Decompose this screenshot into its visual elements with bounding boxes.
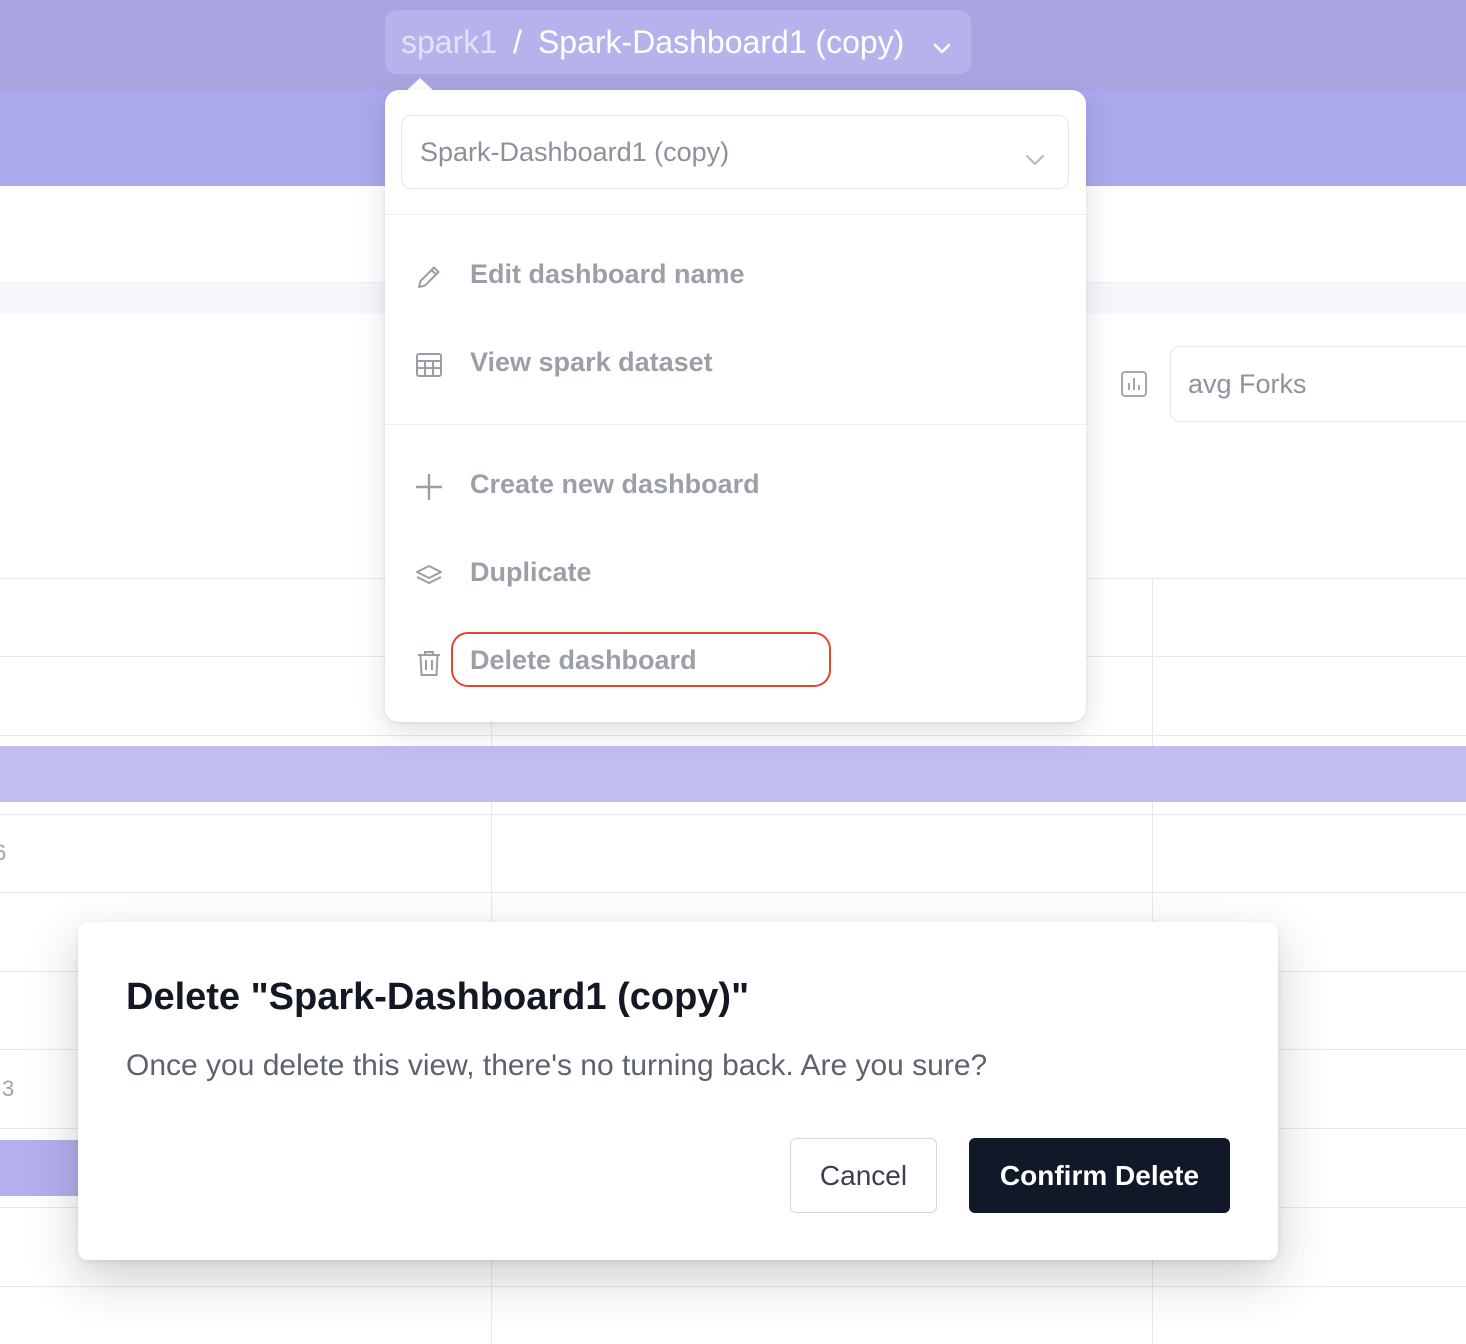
table-cell-value: 6 xyxy=(0,840,7,865)
dialog-message: Once you delete this view, there's no tu… xyxy=(126,1049,988,1082)
dashboard-menu: Spark-Dashboard1 (copy) Edit dashboard n… xyxy=(385,90,1086,722)
chevron-down-icon[interactable] xyxy=(931,30,953,67)
metric-field-value: avg Forks xyxy=(1188,368,1307,399)
layers-icon xyxy=(414,560,444,590)
dialog-title: Delete "Spark-Dashboard1 (copy)" xyxy=(126,976,750,1018)
menu-divider xyxy=(385,214,1086,215)
grid-line xyxy=(0,892,1466,893)
delete-confirm-dialog: Delete "Spark-Dashboard1 (copy)" Once yo… xyxy=(78,922,1278,1260)
confirm-delete-button[interactable]: Confirm Delete xyxy=(969,1138,1230,1213)
menu-item-view-dataset[interactable]: View spark dataset xyxy=(385,324,1086,404)
breadcrumb[interactable]: spark1 / Spark-Dashboard1 (copy) xyxy=(385,10,971,74)
delete-highlight-ring xyxy=(451,632,831,687)
menu-item-label: View spark dataset xyxy=(470,347,713,377)
table-cell-value: 3 xyxy=(2,1076,15,1101)
menu-item-create-dashboard[interactable]: Create new dashboard xyxy=(385,446,1086,526)
breadcrumb-separator: / xyxy=(513,23,522,60)
trash-icon xyxy=(414,648,444,678)
grid-line xyxy=(0,814,1466,815)
breadcrumb-dashboard[interactable]: Spark-Dashboard1 (copy) xyxy=(538,24,904,61)
dashboard-select[interactable]: Spark-Dashboard1 (copy) xyxy=(401,115,1069,189)
breadcrumb-workspace[interactable]: spark1 xyxy=(401,24,497,61)
menu-item-label: Create new dashboard xyxy=(470,469,760,499)
menu-item-edit-name[interactable]: Edit dashboard name xyxy=(385,236,1086,316)
menu-item-duplicate[interactable]: Duplicate xyxy=(385,534,1086,614)
chevron-down-icon xyxy=(1024,144,1046,175)
menu-item-label: Duplicate xyxy=(470,557,592,587)
plus-icon xyxy=(414,472,444,502)
metric-field[interactable]: avg Forks xyxy=(1170,346,1466,422)
menu-item-label: Edit dashboard name xyxy=(470,259,745,289)
dashboard-select-value: Spark-Dashboard1 (copy) xyxy=(420,136,730,167)
table-icon xyxy=(414,350,444,380)
grid-line xyxy=(0,735,1466,736)
cancel-button[interactable]: Cancel xyxy=(790,1138,937,1213)
pencil-icon xyxy=(414,262,444,292)
bar-chart-icon[interactable] xyxy=(1120,370,1148,403)
menu-divider xyxy=(385,424,1086,425)
grid-line xyxy=(0,1286,1466,1287)
table-group-row xyxy=(0,746,1466,802)
